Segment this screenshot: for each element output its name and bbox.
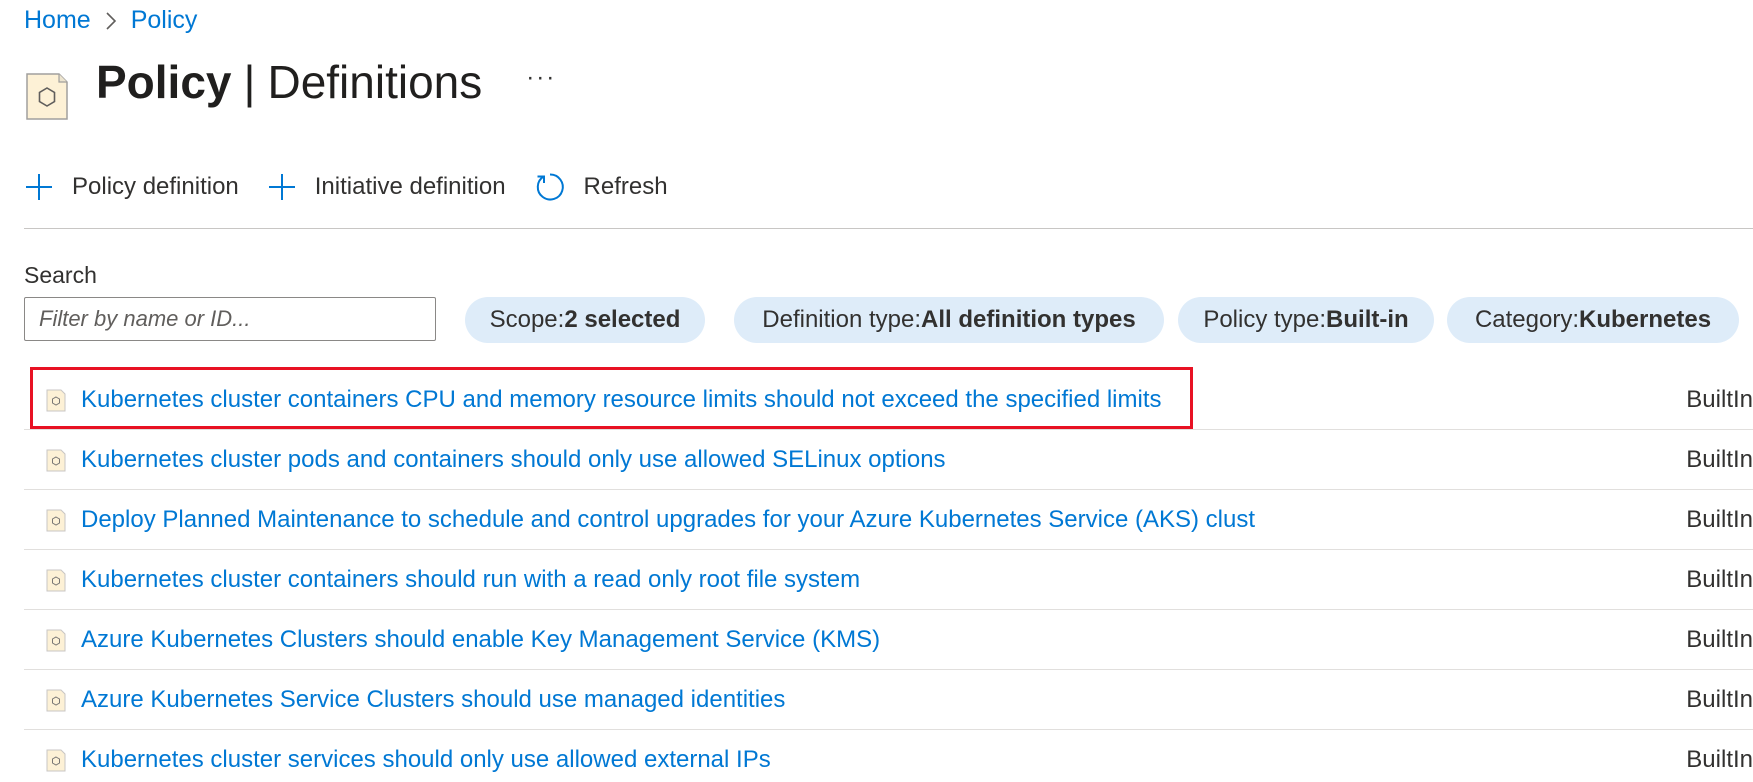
- policy-icon: [46, 629, 66, 652]
- page-title: Policy | Definitions: [96, 56, 482, 108]
- add-policy-definition-label: Policy definition: [72, 173, 239, 200]
- definitions-list: Kubernetes cluster containers CPU and me…: [24, 367, 1753, 782]
- definition-link[interactable]: Kubernetes cluster services should only …: [81, 746, 771, 774]
- more-options-button[interactable]: ···: [526, 64, 556, 92]
- filter-category-separator: :: [1572, 306, 1579, 333]
- add-initiative-definition-button[interactable]: Initiative definition: [267, 172, 506, 202]
- add-icon: [26, 174, 52, 200]
- table-row[interactable]: Kubernetes cluster containers should run…: [24, 550, 1753, 610]
- filter-policy-type-name: Policy type: [1203, 306, 1320, 333]
- definition-type: BuiltIn: [1686, 385, 1753, 413]
- filter-policy-type-separator: :: [1319, 306, 1327, 333]
- page-header: Policy | Definitions ···: [26, 56, 556, 134]
- filter-scope-value: 2 selected: [564, 306, 681, 333]
- policy-icon: [26, 70, 74, 134]
- policy-definitions-page: Home Policy Policy | Definitions ··· Pol…: [0, 0, 1753, 782]
- toolbar-divider: [24, 228, 1753, 229]
- definition-type: BuiltIn: [1686, 505, 1753, 533]
- policy-icon: [46, 389, 66, 412]
- page-title-sub: Definitions: [267, 56, 483, 108]
- table-row[interactable]: Kubernetes cluster containers CPU and me…: [24, 367, 1753, 430]
- definition-link[interactable]: Deploy Planned Maintenance to schedule a…: [81, 506, 1255, 534]
- search-input[interactable]: [24, 297, 436, 341]
- table-row[interactable]: Azure Kubernetes Service Clusters should…: [24, 670, 1753, 730]
- refresh-button[interactable]: Refresh: [534, 171, 668, 203]
- definition-type: BuiltIn: [1686, 746, 1753, 773]
- page-title-main: Policy: [96, 56, 232, 108]
- table-row[interactable]: Deploy Planned Maintenance to schedule a…: [24, 490, 1753, 550]
- definition-link[interactable]: Azure Kubernetes Clusters should enable …: [81, 626, 880, 654]
- policy-icon: [46, 509, 66, 532]
- add-policy-definition-button[interactable]: Policy definition: [24, 172, 239, 202]
- filter-definition-type-pill[interactable]: Definition type : All definition types: [734, 297, 1164, 343]
- table-row[interactable]: Kubernetes cluster services should only …: [24, 730, 1753, 782]
- breadcrumb-home[interactable]: Home: [24, 6, 91, 35]
- breadcrumb-policy[interactable]: Policy: [131, 6, 198, 35]
- filter-policy-type-value: Built-in: [1326, 306, 1409, 333]
- definition-link[interactable]: Kubernetes cluster pods and containers s…: [81, 446, 946, 474]
- filter-category-name: Category: [1474, 306, 1573, 333]
- definition-type: BuiltIn: [1686, 625, 1753, 653]
- policy-icon: [46, 449, 66, 472]
- search-label: Search: [24, 262, 97, 288]
- filter-scope-pill[interactable]: Scope : 2 selected: [465, 297, 705, 343]
- definition-link[interactable]: Kubernetes cluster containers should run…: [81, 566, 860, 594]
- breadcrumb: Home Policy: [24, 6, 197, 35]
- page-title-separator: |: [243, 56, 256, 108]
- filter-category-value: Kubernetes: [1579, 306, 1712, 333]
- add-initiative-definition-label: Initiative definition: [314, 173, 506, 200]
- definition-type: BuiltIn: [1686, 565, 1753, 593]
- definition-type: BuiltIn: [1686, 685, 1753, 713]
- filter-definition-type-value: All definition types: [921, 306, 1136, 333]
- policy-icon: [46, 689, 66, 712]
- filter-category-pill[interactable]: Category : Kubernetes: [1447, 297, 1739, 343]
- table-row[interactable]: Kubernetes cluster pods and containers s…: [24, 430, 1753, 490]
- definition-type: BuiltIn: [1686, 445, 1753, 473]
- definition-link[interactable]: Azure Kubernetes Service Clusters should…: [81, 686, 785, 714]
- table-row[interactable]: Azure Kubernetes Clusters should enable …: [24, 610, 1753, 670]
- filter-definition-type-separator: :: [914, 306, 922, 333]
- command-bar: Policy definition Initiative definition …: [24, 171, 1753, 203]
- definition-link[interactable]: Kubernetes cluster containers CPU and me…: [81, 386, 1162, 414]
- refresh-icon: [536, 173, 564, 201]
- policy-icon: [46, 569, 66, 592]
- filter-definition-type-name: Definition type: [762, 306, 915, 333]
- policy-icon: [46, 749, 66, 772]
- refresh-label: Refresh: [583, 173, 668, 200]
- add-icon: [268, 174, 295, 200]
- filter-scope-name: Scope: [489, 306, 558, 333]
- chevron-right-icon: [91, 11, 131, 31]
- filter-scope-separator: :: [557, 306, 565, 333]
- filter-policy-type-pill[interactable]: Policy type : Built-in: [1178, 297, 1434, 343]
